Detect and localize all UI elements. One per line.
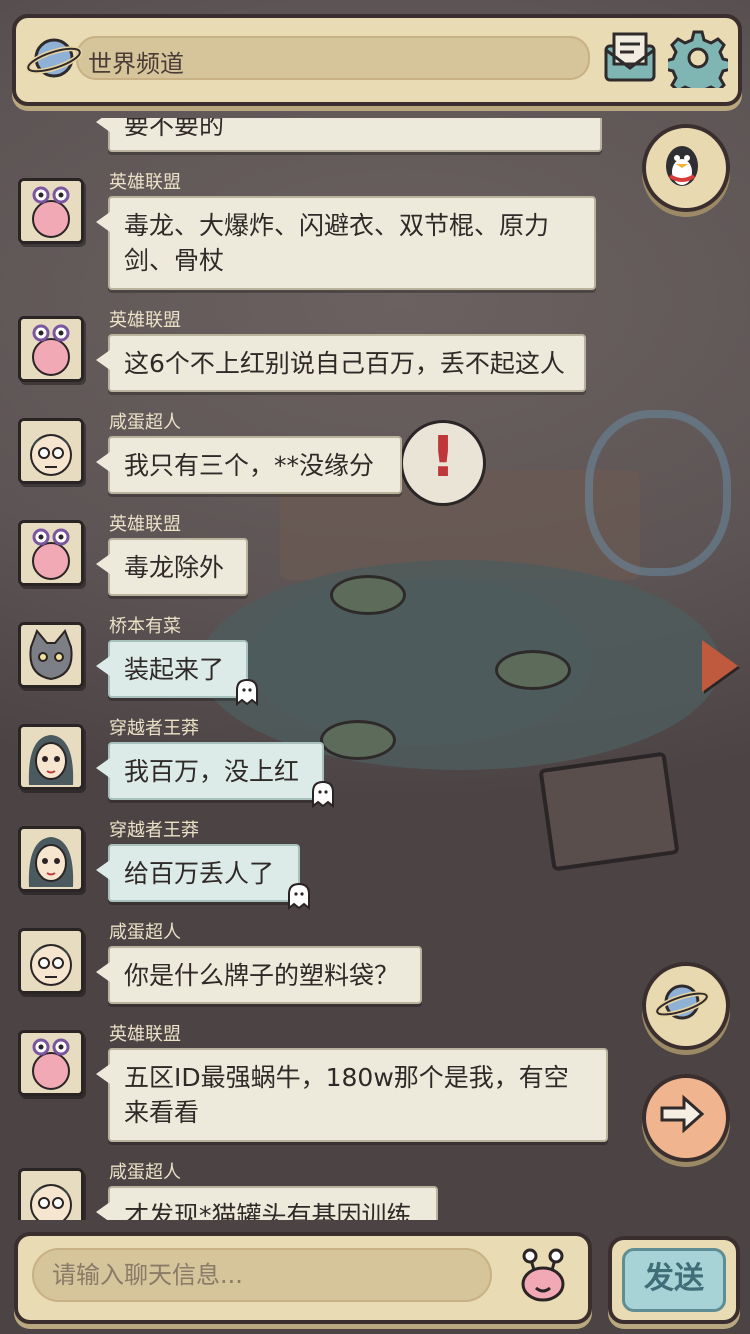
snail-avatar-icon — [21, 1033, 81, 1093]
sender-name: 穿越者王莽 — [109, 718, 199, 739]
avatar[interactable] — [18, 1168, 84, 1220]
message-bubble[interactable]: 装起来了 — [96, 640, 248, 698]
avatar[interactable] — [18, 316, 84, 382]
message-text: 要不要的 — [124, 118, 225, 140]
sender-name: 咸蛋超人 — [109, 922, 181, 943]
sender-name: 桥本有菜 — [109, 616, 181, 637]
snail-avatar-icon — [21, 319, 81, 379]
snail-emoji-icon[interactable] — [514, 1246, 572, 1304]
penguin-icon — [666, 146, 698, 186]
sender-name: 咸蛋超人 — [109, 1162, 181, 1183]
boy-avatar-icon — [21, 421, 81, 481]
ghost-icon — [312, 780, 334, 808]
snail-avatar-icon — [21, 181, 81, 241]
send-button[interactable]: 发送 — [608, 1236, 740, 1324]
message-text: 我百万，没上红 — [124, 757, 300, 786]
message-bubble[interactable]: 你是什么牌子的塑料袋？ — [96, 946, 422, 1004]
sender-name: 穿越者王莽 — [109, 820, 199, 841]
sender-name: 咸蛋超人 — [109, 412, 181, 433]
next-button[interactable] — [642, 1074, 730, 1162]
message-bubble[interactable]: 五区ID最强蜗牛，180w那个是我，有空来看看 — [96, 1048, 608, 1142]
cat-avatar-icon — [21, 625, 81, 685]
snail-avatar-icon — [21, 523, 81, 583]
chat-header: 世界频道 — [12, 14, 742, 106]
boy-avatar-icon — [21, 931, 81, 991]
avatar[interactable] — [18, 178, 84, 244]
message-bubble[interactable]: 毒龙除外 — [96, 538, 248, 596]
chat-message-list[interactable]: 要不要的 英雄联盟 毒龙、大爆炸、闪避衣、双节棍、原力剑、骨杖 英雄联盟 这6个… — [0, 118, 750, 1220]
message-bubble[interactable]: 给百万丢人了 — [96, 844, 300, 902]
message-text: 我只有三个，**没缘分 — [124, 451, 375, 480]
planet-icon — [26, 38, 82, 78]
avatar[interactable] — [18, 928, 84, 994]
channel-title: 世界频道 — [88, 50, 184, 78]
sender-name: 英雄联盟 — [109, 1024, 181, 1045]
qq-button[interactable] — [642, 124, 730, 212]
planet-icon — [654, 984, 710, 1020]
world-channel-button[interactable] — [642, 962, 730, 1050]
sender-name: 英雄联盟 — [109, 514, 181, 535]
boy-avatar-icon — [21, 1171, 81, 1220]
arrow-right-icon — [660, 1094, 705, 1134]
girl-avatar-icon — [21, 727, 81, 787]
message-text: 毒龙除外 — [124, 553, 225, 582]
mail-icon[interactable] — [600, 28, 660, 88]
message-text: 才发现*猫罐头有基因训练 — [124, 1201, 412, 1220]
message-text: 装起来了 — [124, 655, 225, 684]
avatar[interactable] — [18, 724, 84, 790]
message-bubble[interactable]: 我只有三个，**没缘分 — [96, 436, 402, 494]
avatar[interactable] — [18, 1030, 84, 1096]
message-bubble[interactable]: 这6个不上红别说自己百万，丢不起这人 — [96, 334, 586, 392]
gear-icon[interactable] — [668, 28, 728, 88]
sender-name: 英雄联盟 — [109, 310, 181, 331]
message-text: 毒龙、大爆炸、闪避衣、双节棍、原力剑、骨杖 — [124, 211, 550, 275]
sender-name: 英雄联盟 — [109, 172, 181, 193]
chat-input[interactable] — [32, 1248, 492, 1302]
message-text: 五区ID最强蜗牛，180w那个是我，有空来看看 — [124, 1063, 569, 1127]
message-bubble[interactable]: 才发现*猫罐头有基因训练 — [96, 1186, 438, 1220]
avatar[interactable] — [18, 418, 84, 484]
avatar[interactable] — [18, 622, 84, 688]
message-text: 这6个不上红别说自己百万，丢不起这人 — [124, 349, 565, 378]
message-bubble[interactable]: 要不要的 — [96, 118, 602, 152]
message-bubble[interactable]: 毒龙、大爆炸、闪避衣、双节棍、原力剑、骨杖 — [96, 196, 596, 290]
avatar[interactable] — [18, 826, 84, 892]
avatar[interactable] — [18, 520, 84, 586]
ghost-icon — [288, 882, 310, 910]
message-bubble[interactable]: 我百万，没上红 — [96, 742, 324, 800]
message-text: 你是什么牌子的塑料袋？ — [124, 961, 400, 990]
girl-avatar-icon — [21, 829, 81, 889]
ghost-icon — [236, 678, 258, 706]
send-label: 发送 — [622, 1248, 726, 1312]
chat-input-bar — [14, 1232, 592, 1324]
message-text: 给百万丢人了 — [124, 859, 275, 888]
play-arrow-icon[interactable] — [702, 640, 738, 692]
